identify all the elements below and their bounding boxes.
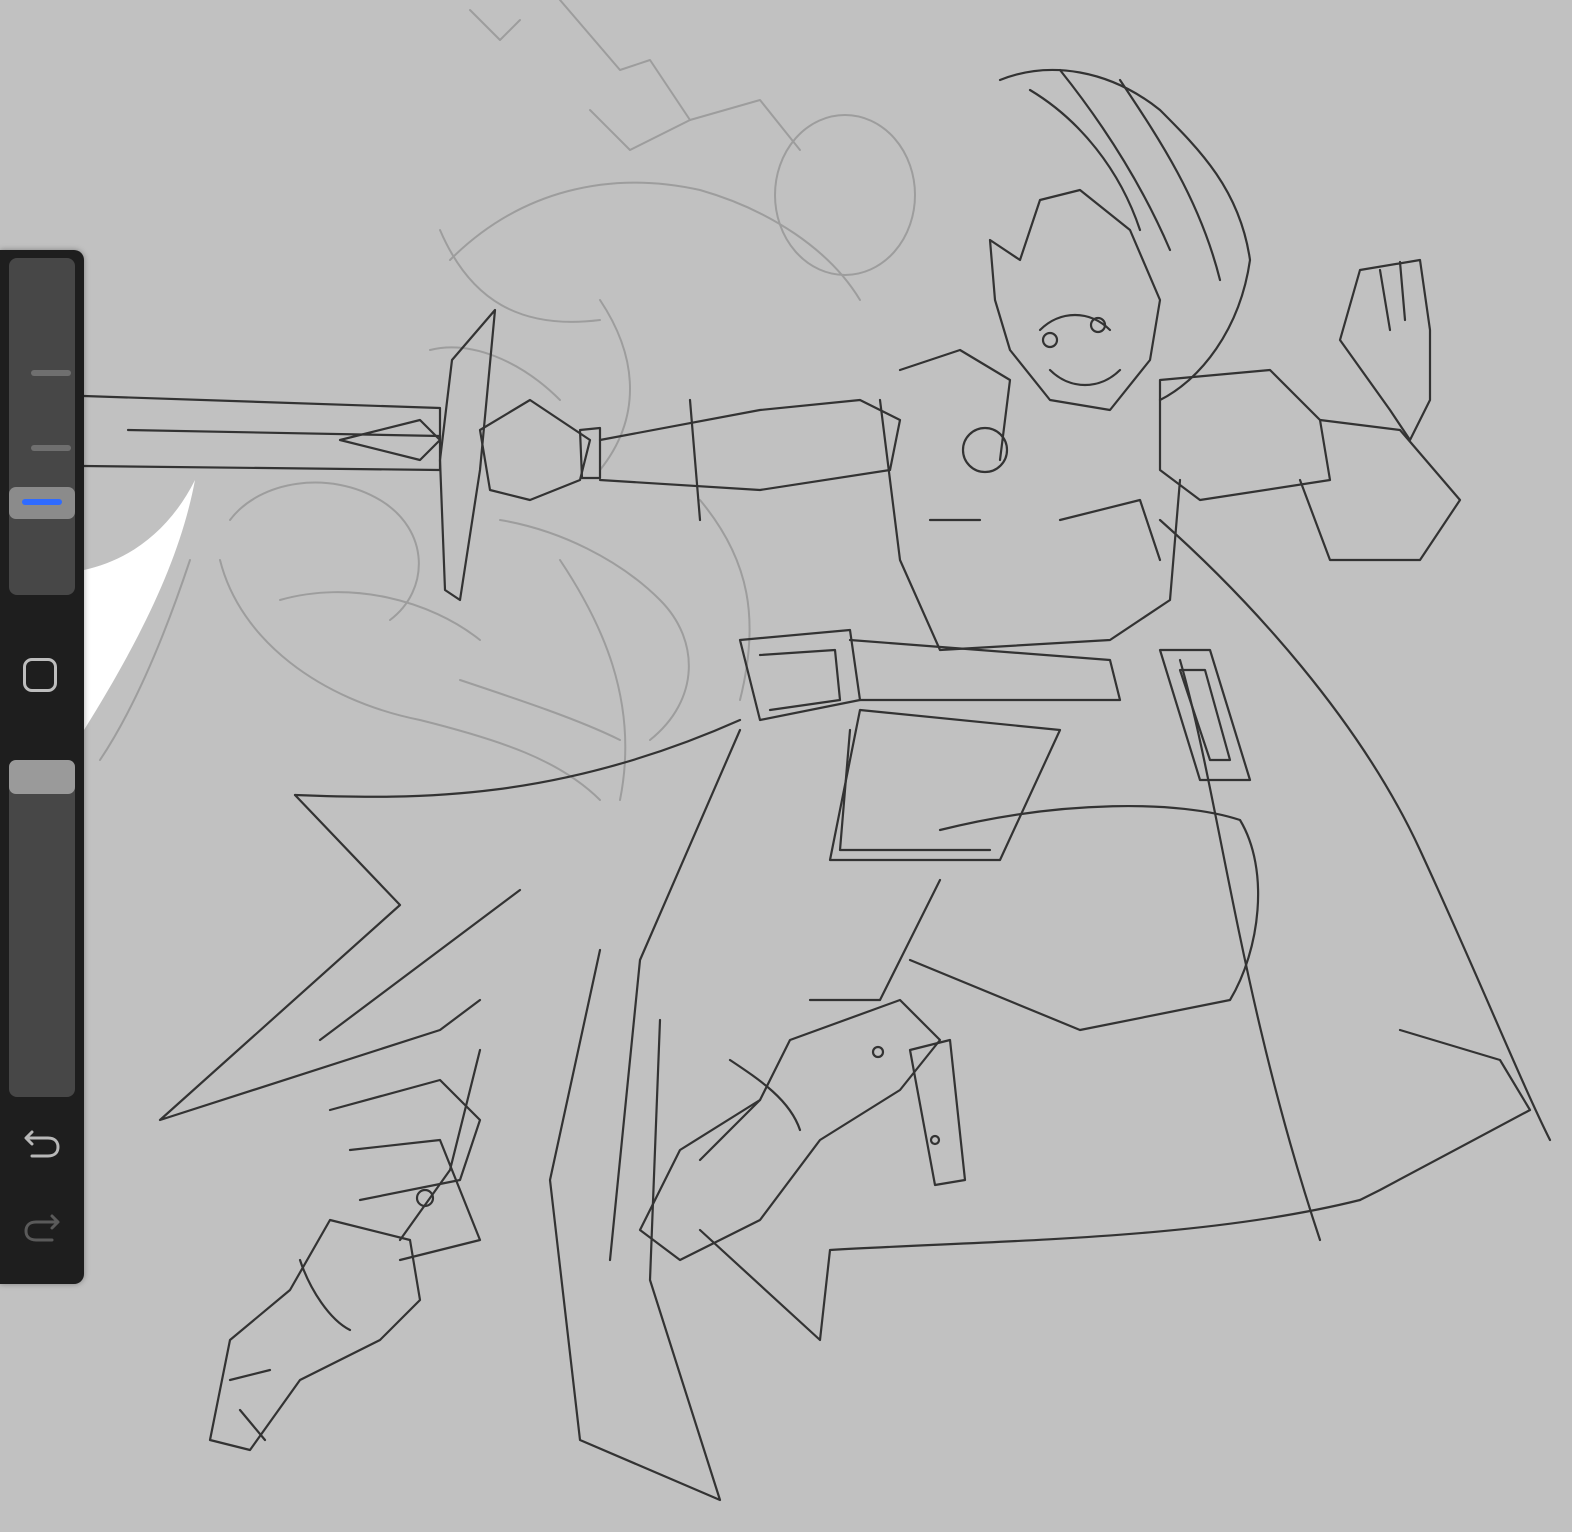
left-sidebar-toolbar [0,250,84,1284]
redo-button[interactable] [18,1206,66,1254]
size-tick-mark [31,445,71,451]
square-outline-icon[interactable] [23,658,57,692]
line-art-layer [82,68,1552,1502]
undo-arrow-icon [24,1130,60,1158]
white-fill-shape [84,480,195,730]
brush-opacity-slider[interactable] [9,760,75,1097]
size-tick-mark [31,370,71,376]
sketch-artwork [82,0,1552,1502]
brush-opacity-slider-thumb[interactable] [9,760,75,794]
undo-button[interactable] [18,1122,66,1170]
redo-arrow-icon [24,1214,60,1242]
brush-size-slider[interactable] [9,258,75,595]
drawing-canvas[interactable] [0,0,1572,1532]
brush-size-slider-thumb[interactable] [9,487,75,519]
active-size-indicator [22,499,62,505]
